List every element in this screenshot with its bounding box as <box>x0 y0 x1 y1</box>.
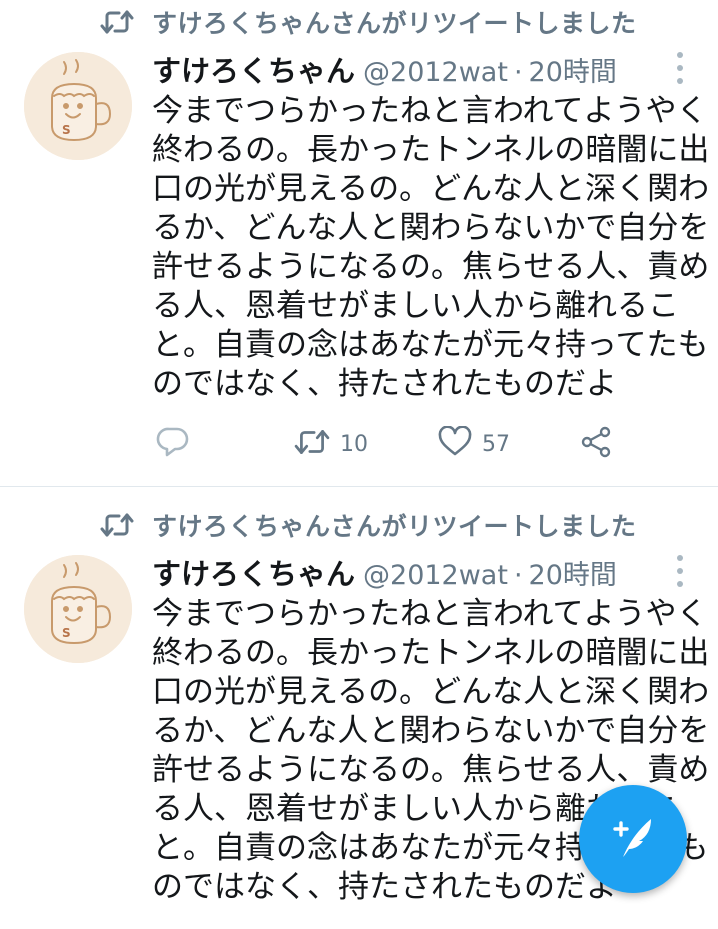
tweet[interactable]: すけろくちゃんさんがリツイートしました S すけろくちゃん @2012wat ·… <box>0 0 718 486</box>
svg-text:S: S <box>62 626 71 640</box>
tweet-header: すけろくちゃん @2012wat · 20時間 <box>152 551 617 591</box>
tweet-actions: 10 57 <box>152 424 622 464</box>
tweet-text-line: 終わるの。長かったトンネルの暗闇に出 <box>152 132 710 168</box>
like-button[interactable]: 57 <box>438 424 510 464</box>
more-vertical-icon[interactable] <box>672 555 688 587</box>
heart-icon <box>438 425 472 462</box>
reply-button[interactable] <box>156 424 190 464</box>
retweet-context: すけろくちゃんさんがリツイートしました <box>100 4 637 40</box>
tweet-text-line: るか、どんな人と関わらないかで自分を <box>152 210 710 246</box>
author-name[interactable]: すけろくちゃん <box>152 551 355 593</box>
retweet-context: すけろくちゃんさんがリツイートしました <box>100 507 637 543</box>
author-handle[interactable]: @2012wat <box>363 560 508 591</box>
tweet-text-line: と。自責の念はあなたが元々持ってたも <box>152 327 709 363</box>
compose-tweet-icon <box>603 807 663 871</box>
svg-text:S: S <box>62 123 71 137</box>
retweet-context-label: すけろくちゃんさんがリツイートしました <box>152 512 637 541</box>
share-icon <box>580 426 612 462</box>
share-button[interactable] <box>580 424 612 464</box>
retweet-context-label: すけろくちゃんさんがリツイートしました <box>152 9 637 38</box>
tweet-text-line: のではなく、持たされたものだよ <box>152 366 617 402</box>
retweet-button[interactable]: 10 <box>294 424 368 464</box>
more-vertical-icon[interactable] <box>672 52 688 84</box>
retweet-icon <box>100 7 134 37</box>
like-count: 57 <box>482 431 510 457</box>
tweet-header: すけろくちゃん @2012wat · 20時間 <box>152 48 617 88</box>
timestamp[interactable]: 20時間 <box>529 50 617 89</box>
tweet-text-line: 口の光が見えるの。どんな人と深く関わ <box>152 674 710 710</box>
tweet-text-line: 今までつらかったねと言われてようやく <box>152 596 708 632</box>
author-handle[interactable]: @2012wat <box>363 57 508 88</box>
tweet-text-line: 今までつらかったねと言われてようやく <box>152 93 708 129</box>
tweet-text-line: る人、恩着せがましい人から離れるこ <box>152 288 679 324</box>
avatar[interactable]: S <box>24 555 132 663</box>
compose-tweet-button[interactable] <box>579 785 687 893</box>
retweet-icon <box>100 510 134 540</box>
tweet-text: 今までつらかったねと言われてようやく 終わるの。長かったトンネルの暗闇に出 口の… <box>152 92 710 404</box>
tweet-text-line: 口の光が見えるの。どんな人と深く関わ <box>152 171 710 207</box>
separator: · <box>513 57 523 88</box>
retweet-icon <box>294 427 330 461</box>
author-name[interactable]: すけろくちゃん <box>152 48 355 90</box>
tweet-text-line: 許せるようになるの。焦らせる人、責め <box>152 752 710 788</box>
separator: · <box>513 560 523 591</box>
tweet-text-line: 許せるようになるの。焦らせる人、責め <box>152 249 710 285</box>
timestamp[interactable]: 20時間 <box>529 553 617 592</box>
tweet-text-line: るか、どんな人と関わらないかで自分を <box>152 713 710 749</box>
retweet-count: 10 <box>340 431 368 457</box>
tweet-text-line: 終わるの。長かったトンネルの暗闇に出 <box>152 635 710 671</box>
reply-icon <box>156 426 190 462</box>
avatar[interactable]: S <box>24 52 132 160</box>
